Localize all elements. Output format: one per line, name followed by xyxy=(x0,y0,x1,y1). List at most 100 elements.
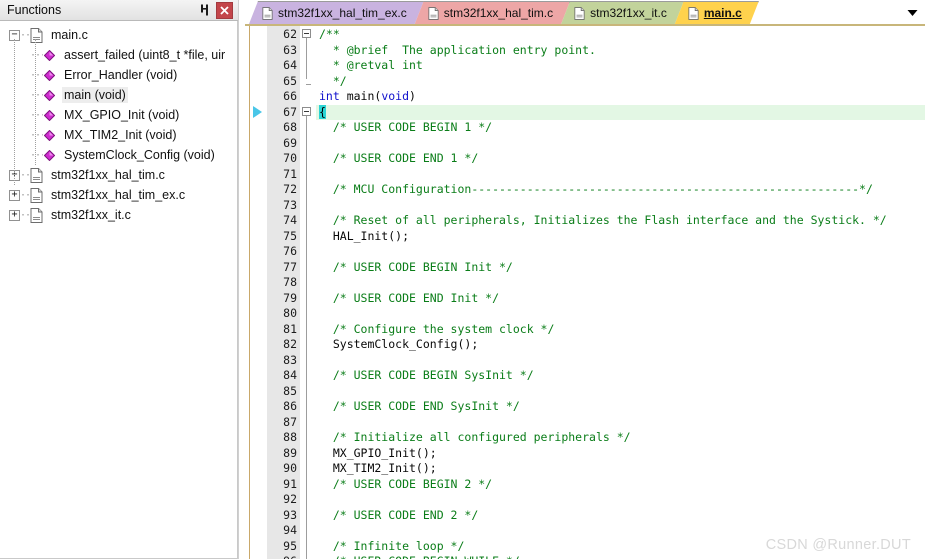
code-line[interactable] xyxy=(316,244,925,260)
tree-guide-line xyxy=(14,39,15,185)
code-line[interactable]: MX_GPIO_Init(); xyxy=(316,446,925,462)
editor-tab[interactable]: stm32f1xx_hal_tim.c xyxy=(415,1,570,24)
editor-tab-label: stm32f1xx_hal_tim.c xyxy=(443,6,554,20)
code-line[interactable]: /* Reset of all peripherals, Initializes… xyxy=(316,213,925,229)
line-number: 70 xyxy=(283,151,297,165)
file-icon xyxy=(428,7,439,20)
code-line[interactable]: /* USER CODE BEGIN 1 */ xyxy=(316,120,925,136)
tree-connector: ··· xyxy=(30,49,43,61)
code-text[interactable]: /** * @brief The application entry point… xyxy=(316,26,925,559)
panel-splitter[interactable] xyxy=(238,0,245,559)
code-line[interactable]: SystemClock_Config(); xyxy=(316,337,925,353)
code-line[interactable]: * @retval int xyxy=(316,58,925,74)
file-icon xyxy=(30,27,43,43)
tree-item-label: main (void) xyxy=(62,87,128,103)
code-line[interactable]: MX_TIM2_Init(); xyxy=(316,461,925,477)
code-line[interactable] xyxy=(316,275,925,291)
line-number: 74 xyxy=(283,213,297,227)
line-number: 82 xyxy=(283,337,297,351)
tree-item-file[interactable]: + ·· stm32f1xx_hal_tim_ex.c xyxy=(0,185,237,205)
breakpoint-gutter[interactable] xyxy=(250,26,267,559)
code-line[interactable]: * @brief The application entry point. xyxy=(316,43,925,59)
code-token-comment: /* USER CODE BEGIN WHILE */ xyxy=(319,554,520,559)
pin-glyph xyxy=(201,4,208,16)
line-number: 83 xyxy=(283,352,297,367)
function-icon xyxy=(43,69,56,81)
code-token-comment: * @retval int xyxy=(319,58,423,72)
editor-tab[interactable]: stm32f1xx_it.c xyxy=(561,1,684,24)
code-line[interactable]: /* MCU Configuration--------------------… xyxy=(316,182,925,198)
pin-icon[interactable] xyxy=(196,2,213,19)
editor-tab-label: stm32f1xx_hal_tim_ex.c xyxy=(278,6,407,20)
fold-guide-line xyxy=(306,38,307,79)
functions-tree[interactable]: −··main.c···assert_failed (uint8_t *file… xyxy=(0,21,238,559)
line-number: 85 xyxy=(283,383,297,398)
function-icon xyxy=(43,129,56,141)
code-line[interactable]: /* Configure the system clock */ xyxy=(316,322,925,338)
chevron-down-icon[interactable] xyxy=(905,6,919,20)
code-line[interactable]: /* USER CODE BEGIN Init */ xyxy=(316,260,925,276)
line-number: 68 xyxy=(283,120,297,134)
code-token-keyword: int xyxy=(319,89,340,103)
tree-item-file[interactable]: + ·· stm32f1xx_hal_tim.c xyxy=(0,165,237,185)
code-line[interactable] xyxy=(316,167,925,183)
code-line[interactable] xyxy=(316,306,925,322)
code-line[interactable] xyxy=(316,384,925,400)
code-line[interactable]: { xyxy=(316,104,925,120)
line-number: 77 xyxy=(283,259,297,274)
line-number: 94 xyxy=(283,523,297,537)
code-token-keyword: void xyxy=(381,89,410,103)
editor-tab[interactable]: stm32f1xx_hal_tim_ex.c xyxy=(249,1,424,24)
code-line[interactable] xyxy=(316,198,925,214)
code-fold-gutter[interactable] xyxy=(300,26,316,559)
tree-expand-icon[interactable]: + xyxy=(9,209,20,221)
code-editor[interactable]: 62 63 64 65 66 67 68 69 70 71 72 73 74 75 76 77 78 79 80 81… xyxy=(245,26,925,559)
code-line[interactable] xyxy=(316,353,925,369)
function-icon xyxy=(43,49,56,61)
tree-expand-icon[interactable]: + xyxy=(9,189,20,201)
line-number: 79 xyxy=(283,290,297,305)
code-line[interactable]: /* USER CODE END 2 */ xyxy=(316,508,925,524)
tree-connector: ··· xyxy=(30,129,43,141)
code-line[interactable]: /* USER CODE END 1 */ xyxy=(316,151,925,167)
code-line[interactable]: HAL_Init(); xyxy=(316,229,925,245)
editor-tab-label: stm32f1xx_it.c xyxy=(590,6,667,20)
line-number: 80 xyxy=(283,306,297,320)
file-icon xyxy=(574,7,585,20)
code-token-comment: /* Infinite loop */ xyxy=(319,538,465,553)
code-line[interactable] xyxy=(316,136,925,152)
function-icon xyxy=(43,109,56,121)
line-number: 76 xyxy=(283,244,297,258)
tree-item-label: stm32f1xx_hal_tim.c xyxy=(51,168,165,182)
code-token-comment: */ xyxy=(319,73,347,88)
code-line[interactable]: /* USER CODE BEGIN 2 */ xyxy=(316,477,925,493)
line-number: 87 xyxy=(283,414,297,429)
code-line[interactable] xyxy=(316,415,925,431)
code-line[interactable]: /* USER CODE BEGIN SysInit */ xyxy=(316,368,925,384)
tree-item-file[interactable]: + ·· stm32f1xx_it.c xyxy=(0,205,237,225)
fold-toggle-icon[interactable] xyxy=(302,29,311,38)
tree-item-label: assert_failed (uint8_t *file, uir xyxy=(64,48,226,62)
code-line[interactable]: /* USER CODE BEGIN WHILE */ xyxy=(316,554,925,559)
code-token-plain: ) xyxy=(409,89,416,103)
fold-toggle-icon[interactable] xyxy=(302,106,311,116)
code-line[interactable]: */ xyxy=(316,74,925,90)
functions-panel: Functions −··main.c···assert_failed (uin… xyxy=(0,0,238,559)
file-icon xyxy=(262,7,273,20)
editor-tab[interactable]: main.c xyxy=(675,1,759,24)
line-number-gutter: 62 63 64 65 66 67 68 69 70 71 72 73 74 75 76 77 78 79 80 81… xyxy=(267,26,300,559)
code-line[interactable]: /* USER CODE END SysInit */ xyxy=(316,399,925,415)
code-line[interactable]: int main(void) xyxy=(316,89,925,105)
line-number: 71 xyxy=(283,166,297,181)
code-line[interactable]: /* Initialize all configured peripherals… xyxy=(316,430,925,446)
code-line[interactable]: /* USER CODE END Init */ xyxy=(316,291,925,307)
code-token-selected: { xyxy=(319,104,326,119)
line-number: 66 xyxy=(283,89,297,103)
code-line[interactable]: /** xyxy=(316,27,925,43)
code-line[interactable] xyxy=(316,492,925,508)
code-token-comment: /* USER CODE END Init */ xyxy=(319,290,500,305)
line-number: 78 xyxy=(283,275,297,289)
file-icon xyxy=(30,167,43,183)
close-icon[interactable] xyxy=(216,1,233,19)
line-number: 90 xyxy=(283,461,297,475)
